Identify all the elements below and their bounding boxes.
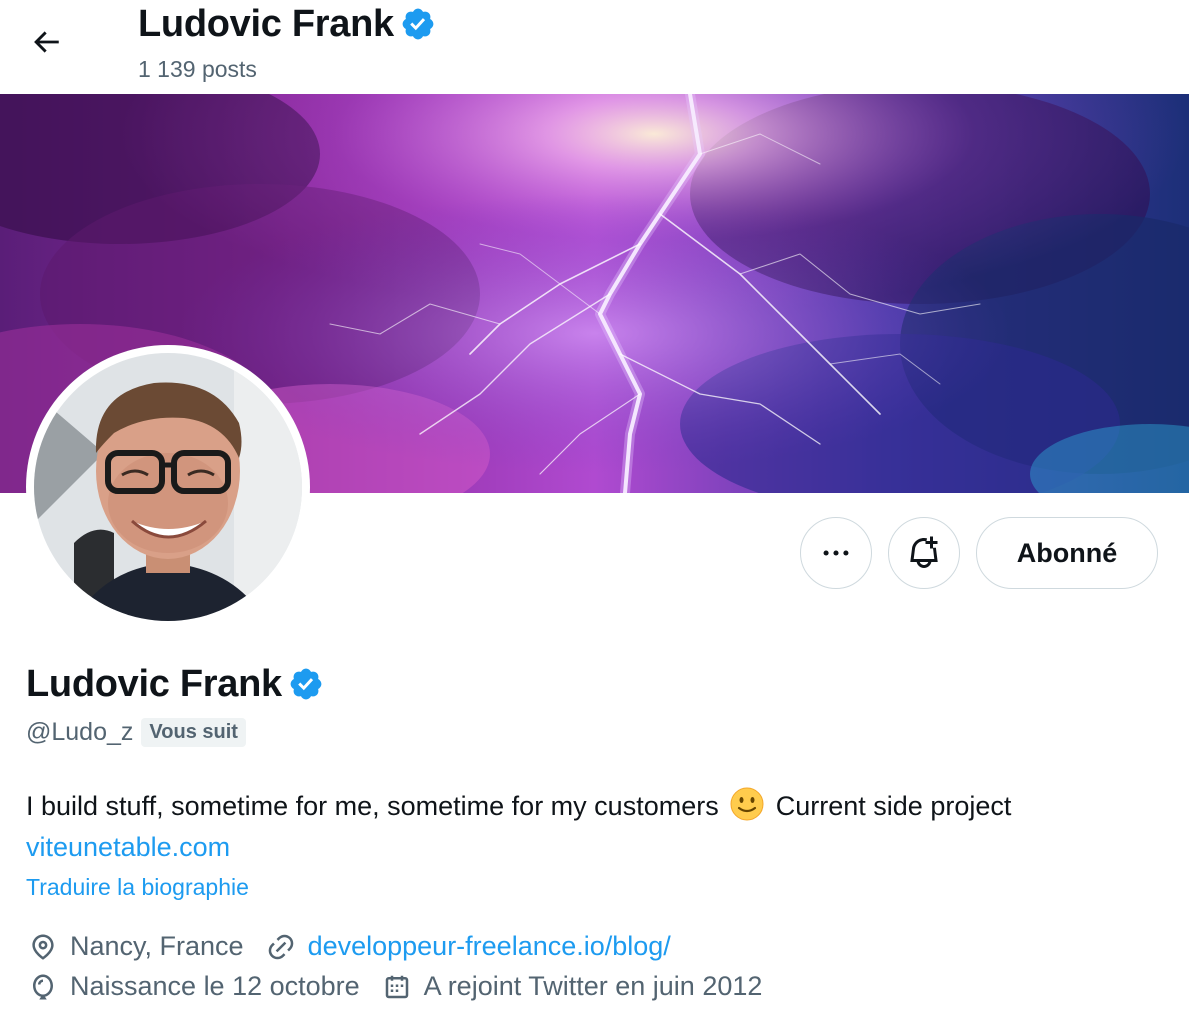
profile-name-row: Ludovic Frank — [26, 662, 324, 707]
profile-header: Ludovic Frank 1 139 posts — [0, 0, 1189, 94]
post-count: 1 139 posts — [138, 56, 257, 82]
translate-bio-link[interactable]: Traduire la biographie — [26, 874, 249, 901]
link-icon — [266, 932, 296, 962]
follows-you-badge: Vous suit — [141, 718, 246, 747]
profile-bio: I build stuff, sometime for me, sometime… — [26, 786, 1176, 868]
bio-text-after: Current side project — [775, 791, 1012, 821]
calendar-icon — [382, 972, 412, 1002]
joined-item: A rejoint Twitter en juin 2012 — [382, 971, 763, 1002]
header-name: Ludovic Frank — [138, 3, 394, 45]
header-title: Ludovic Frank — [138, 2, 436, 47]
website-item: developpeur-freelance.io/blog/ — [266, 931, 671, 962]
website-link[interactable]: developpeur-freelance.io/blog/ — [308, 931, 671, 962]
location-item: Nancy, France — [28, 931, 244, 962]
back-button[interactable] — [22, 18, 70, 66]
joined-text: A rejoint Twitter en juin 2012 — [423, 971, 763, 1001]
location-text: Nancy, France — [70, 931, 244, 961]
profile-name: Ludovic Frank — [26, 663, 282, 705]
profile-handle-row: @Ludo_z Vous suit — [26, 718, 246, 747]
bio-link[interactable]: viteunetable.com — [26, 832, 230, 862]
profile-avatar[interactable] — [26, 345, 310, 629]
verified-badge-icon[interactable] — [400, 6, 436, 47]
more-horizontal-icon — [823, 550, 849, 556]
profile-handle: @Ludo_z — [26, 718, 134, 746]
more-button[interactable] — [800, 517, 872, 589]
slightly-smiling-face-emoji — [729, 786, 765, 822]
bio-text: I build stuff, sometime for me, sometime… — [26, 791, 719, 821]
notify-button[interactable] — [888, 517, 960, 589]
birthday-text: Naissance le 12 octobre — [70, 971, 360, 1001]
arrow-left-icon — [34, 31, 59, 53]
profile-meta-row-2: Naissance le 12 octobre A rejoint Twitte… — [28, 971, 784, 1002]
verified-badge-icon[interactable] — [288, 666, 324, 707]
bell-plus-icon — [910, 536, 938, 568]
profile-meta-row-1: Nancy, France developpeur-freelance.io/b… — [28, 931, 693, 962]
following-button[interactable]: Abonné — [976, 517, 1158, 589]
balloon-icon — [28, 972, 58, 1002]
location-pin-icon — [28, 932, 58, 962]
birthday-item: Naissance le 12 octobre — [28, 971, 360, 1002]
